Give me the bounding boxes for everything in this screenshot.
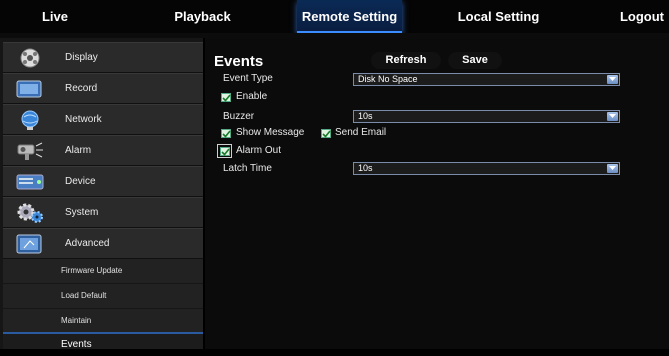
sidebar-item-label: Alarm (65, 145, 92, 156)
send-email-checkbox[interactable] (321, 129, 331, 138)
sidebar-item-label: Display (65, 52, 98, 63)
sidebar-item-device[interactable]: Device (3, 166, 203, 197)
latch-time-select[interactable]: 10s (353, 162, 620, 175)
refresh-button[interactable]: Refresh (371, 52, 441, 69)
main-panel: Events Refresh Save Event Type Disk No S… (205, 38, 669, 349)
sidebar-item-label: Network (65, 114, 102, 125)
record-icon (15, 78, 45, 100)
sidebar-subitem-events[interactable]: Events (3, 332, 203, 350)
sidebar-subitem-label: Firmware Update (61, 266, 123, 275)
sidebar-item-network[interactable]: Network (3, 104, 203, 135)
sidebar-item-display[interactable]: Display (3, 42, 203, 73)
chevron-down-icon (607, 164, 618, 173)
enable-label: Enable (236, 91, 268, 102)
show-message-checkbox[interactable] (221, 129, 231, 138)
checkmark-icon (221, 148, 230, 156)
sidebar-item-label: Record (65, 83, 98, 94)
sidebar-subitem-label: Load Default (61, 291, 107, 300)
sidebar-item-advanced[interactable]: Advanced (3, 228, 203, 259)
sidebar-subitem-label: Events (61, 339, 92, 350)
checkmark-icon (222, 130, 231, 138)
chevron-down-icon (607, 112, 618, 121)
sidebar: Display Record Network Alarm Device Syst… (0, 38, 203, 350)
tab-logout[interactable]: Logout (615, 0, 669, 33)
top-nav-bar: Live Playback Remote Setting Local Setti… (0, 0, 669, 33)
send-email-label: Send Email (335, 127, 387, 138)
alarm-out-label: Alarm Out (236, 145, 282, 156)
network-icon (15, 109, 45, 131)
tab-playback[interactable]: Playback (165, 0, 240, 33)
chevron-down-icon (607, 75, 618, 84)
sidebar-item-label: System (65, 207, 99, 218)
sidebar-subitem-firmware-update[interactable]: Firmware Update (3, 259, 203, 283)
latch-time-label: Latch Time (223, 163, 272, 174)
buzzer-label: Buzzer (223, 111, 255, 122)
buzzer-value: 10s (358, 111, 373, 121)
sidebar-item-label: Advanced (65, 238, 110, 249)
system-icon (15, 202, 45, 224)
sidebar-subitem-load-default[interactable]: Load Default (3, 284, 203, 308)
save-button[interactable]: Save (448, 52, 502, 69)
page-title: Events (214, 53, 264, 70)
enable-checkbox[interactable] (221, 93, 231, 102)
tab-local-setting[interactable]: Local Setting (451, 0, 546, 33)
sidebar-item-system[interactable]: System (3, 197, 203, 228)
alarm-icon (15, 140, 45, 162)
sidebar-subitem-maintain[interactable]: Maintain (3, 309, 203, 333)
show-message-label: Show Message (236, 127, 305, 138)
checkmark-icon (322, 130, 331, 138)
alarm-out-checkbox[interactable] (220, 147, 230, 156)
sidebar-item-alarm[interactable]: Alarm (3, 135, 203, 166)
advanced-icon (15, 233, 45, 255)
sidebar-item-record[interactable]: Record (3, 73, 203, 104)
sidebar-item-label: Device (65, 176, 96, 187)
display-icon (15, 47, 45, 69)
tab-live[interactable]: Live (30, 0, 80, 33)
buzzer-select[interactable]: 10s (353, 110, 620, 123)
latch-time-value: 10s (358, 163, 373, 173)
event-type-select[interactable]: Disk No Space (353, 73, 620, 86)
tab-remote-setting[interactable]: Remote Setting (297, 0, 402, 33)
sidebar-subitem-label: Maintain (61, 316, 92, 325)
device-icon (15, 171, 45, 193)
checkmark-icon (222, 94, 231, 102)
event-type-label: Event Type (223, 73, 273, 84)
event-type-value: Disk No Space (358, 74, 418, 84)
